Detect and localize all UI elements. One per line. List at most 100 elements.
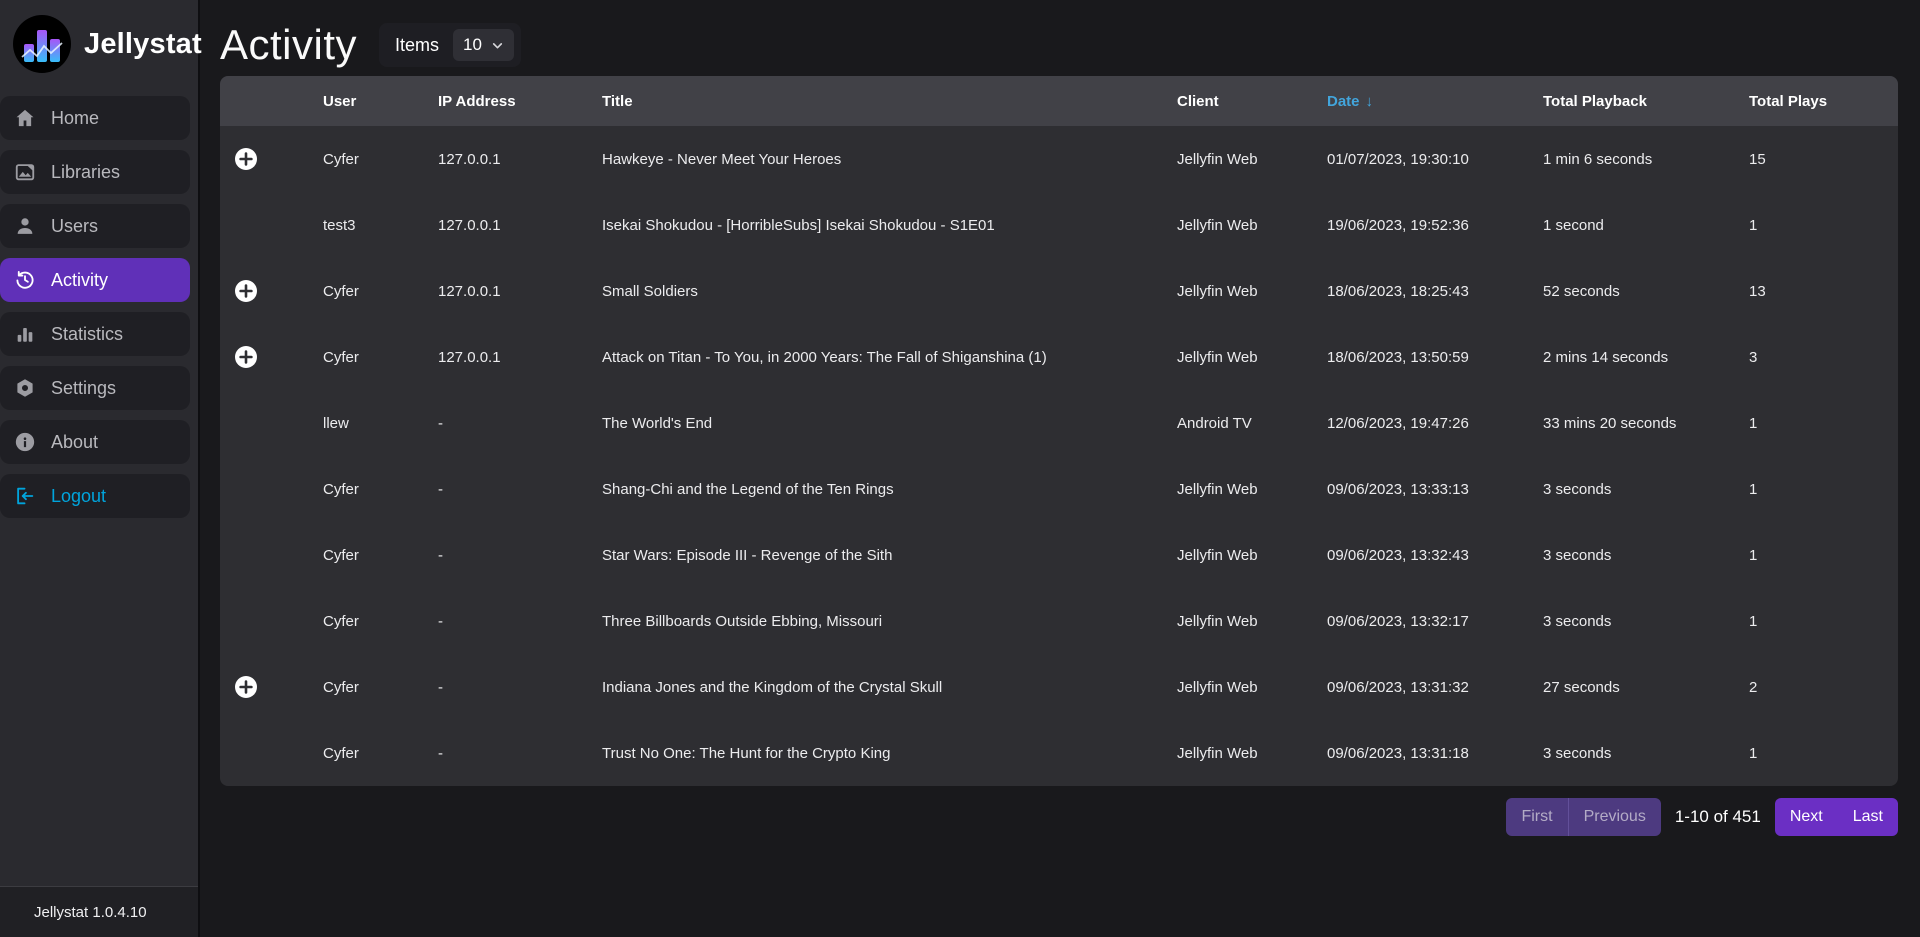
users-icon (14, 215, 36, 237)
cell-ip-address: 127.0.0.1 (438, 349, 602, 366)
cell-title: Isekai Shokudou - [HorribleSubs] Isekai … (602, 217, 1177, 234)
app-version: Jellystat 1.0.4.10 (34, 904, 147, 921)
plus-circle-icon (234, 675, 258, 699)
cell-user: Cyfer (323, 679, 438, 696)
sidebar-footer: Jellystat 1.0.4.10 (0, 886, 198, 937)
cell-client: Jellyfin Web (1177, 745, 1327, 762)
sidebar-item-label: Home (51, 108, 99, 129)
cell-client: Jellyfin Web (1177, 481, 1327, 498)
page-header: Activity Items 10 (220, 14, 1920, 76)
cell-total-plays: 13 (1749, 283, 1898, 300)
app-window: Jellystat Home Libraries Users Activity … (0, 0, 1920, 937)
column-header-total-playback[interactable]: Total Playback (1543, 93, 1749, 110)
column-header-client[interactable]: Client (1177, 93, 1327, 110)
cell-total-playback: 1 min 6 seconds (1543, 151, 1749, 168)
brand-name: Jellystat (84, 28, 202, 61)
next-page-button[interactable]: Next (1775, 798, 1838, 836)
cell-ip-address: - (438, 481, 602, 498)
expand-row-button[interactable] (234, 147, 258, 171)
last-page-button[interactable]: Last (1838, 798, 1898, 836)
main-content: Activity Items 10 User IP Address Title … (200, 0, 1920, 937)
cell-ip-address: - (438, 613, 602, 630)
cell-date: 18/06/2023, 18:25:43 (1327, 283, 1543, 300)
cell-client: Jellyfin Web (1177, 217, 1327, 234)
cell-client: Jellyfin Web (1177, 283, 1327, 300)
cell-client: Jellyfin Web (1177, 679, 1327, 696)
column-header-date[interactable]: Date ↓ (1327, 93, 1543, 110)
expand-row-button[interactable] (234, 675, 258, 699)
cell-total-plays: 15 (1749, 151, 1898, 168)
page-title: Activity (220, 21, 357, 69)
cell-total-plays: 1 (1749, 481, 1898, 498)
cell-client: Jellyfin Web (1177, 151, 1327, 168)
cell-user: test3 (323, 217, 438, 234)
cell-ip-address: - (438, 679, 602, 696)
table-row: llew - The World's End Android TV 12/06/… (220, 390, 1898, 456)
table-row: Cyfer 127.0.0.1 Hawkeye - Never Meet You… (220, 126, 1898, 192)
cell-ip-address: - (438, 547, 602, 564)
expand-row-button[interactable] (234, 345, 258, 369)
cell-date: 09/06/2023, 13:32:43 (1327, 547, 1543, 564)
column-header-ip-address[interactable]: IP Address (438, 93, 602, 110)
expand-row-button[interactable] (234, 279, 258, 303)
sidebar-item-label: Logout (51, 486, 106, 507)
sidebar-item-libraries[interactable]: Libraries (0, 150, 190, 194)
items-per-page-control: Items 10 (379, 23, 521, 67)
sidebar-item-statistics[interactable]: Statistics (0, 312, 190, 356)
cell-total-playback: 3 seconds (1543, 745, 1749, 762)
cell-user: Cyfer (323, 349, 438, 366)
previous-page-button[interactable]: Previous (1568, 798, 1661, 836)
sidebar-item-about[interactable]: About (0, 420, 190, 464)
activity-icon (14, 269, 36, 291)
cell-date: 09/06/2023, 13:31:18 (1327, 745, 1543, 762)
column-header-user[interactable]: User (323, 93, 438, 110)
cell-title: Hawkeye - Never Meet Your Heroes (602, 151, 1177, 168)
cell-title: Trust No One: The Hunt for the Crypto Ki… (602, 745, 1177, 762)
cell-total-playback: 3 seconds (1543, 613, 1749, 630)
cell-ip-address: - (438, 415, 602, 432)
items-per-page-select[interactable]: 10 (453, 29, 514, 61)
about-icon (14, 431, 36, 453)
table-body: Cyfer 127.0.0.1 Hawkeye - Never Meet You… (220, 126, 1898, 786)
cell-client: Jellyfin Web (1177, 613, 1327, 630)
chevron-down-icon (491, 39, 504, 52)
cell-title: Star Wars: Episode III - Revenge of the … (602, 547, 1177, 564)
table-row: Cyfer - Shang-Chi and the Legend of the … (220, 456, 1898, 522)
column-header-total-plays[interactable]: Total Plays (1749, 93, 1898, 110)
cell-title: Small Soldiers (602, 283, 1177, 300)
pagination-back-group: First Previous (1506, 798, 1660, 836)
cell-total-plays: 1 (1749, 547, 1898, 564)
statistics-icon (14, 323, 36, 345)
sidebar-item-logout[interactable]: Logout (0, 474, 190, 518)
sidebar-item-activity[interactable]: Activity (0, 258, 190, 302)
app-logo[interactable]: Jellystat (0, 0, 198, 88)
pagination-forward-group: Next Last (1775, 798, 1898, 836)
cell-total-plays: 1 (1749, 745, 1898, 762)
sidebar-item-label: Statistics (51, 324, 123, 345)
cell-total-playback: 2 mins 14 seconds (1543, 349, 1749, 366)
cell-date: 19/06/2023, 19:52:36 (1327, 217, 1543, 234)
table-row: test3 127.0.0.1 Isekai Shokudou - [Horri… (220, 192, 1898, 258)
cell-user: Cyfer (323, 547, 438, 564)
sidebar-item-home[interactable]: Home (0, 96, 190, 140)
cell-title: Three Billboards Outside Ebbing, Missour… (602, 613, 1177, 630)
jellystat-logo-icon (13, 15, 71, 73)
cell-total-plays: 1 (1749, 217, 1898, 234)
cell-title: Indiana Jones and the Kingdom of the Cry… (602, 679, 1177, 696)
cell-total-playback: 27 seconds (1543, 679, 1749, 696)
sidebar-item-label: Activity (51, 270, 108, 291)
cell-user: llew (323, 415, 438, 432)
table-row: Cyfer 127.0.0.1 Attack on Titan - To You… (220, 324, 1898, 390)
column-header-title[interactable]: Title (602, 93, 1177, 110)
cell-date: 12/06/2023, 19:47:26 (1327, 415, 1543, 432)
plus-circle-icon (234, 147, 258, 171)
cell-total-playback: 1 second (1543, 217, 1749, 234)
sidebar-nav: Home Libraries Users Activity Statistics… (0, 88, 198, 886)
sidebar-item-users[interactable]: Users (0, 204, 190, 248)
first-page-button[interactable]: First (1506, 798, 1567, 836)
sidebar-item-label: About (51, 432, 98, 453)
home-icon (14, 107, 36, 129)
sidebar-item-settings[interactable]: Settings (0, 366, 190, 410)
sidebar-item-label: Settings (51, 378, 116, 399)
pagination-range: 1-10 of 451 (1675, 807, 1761, 827)
